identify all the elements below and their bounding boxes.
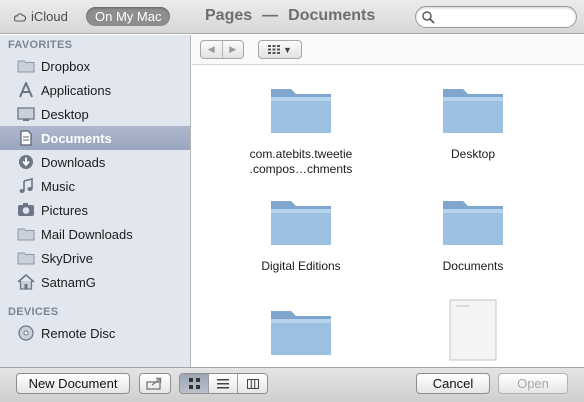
file-browser: ◀ ▶ ▼ com.atebits.tweetie .compos…chments bbox=[192, 35, 584, 367]
folder-icon bbox=[271, 311, 331, 355]
chevron-right-icon: ▶ bbox=[229, 44, 237, 54]
sidebar-item-label: Pictures bbox=[41, 202, 88, 218]
folder-icon bbox=[443, 201, 503, 245]
downloads-icon bbox=[16, 153, 36, 171]
app-name: Pages bbox=[205, 7, 253, 24]
column-view-button[interactable] bbox=[238, 374, 267, 393]
window-title: Pages — Documents bbox=[205, 7, 375, 25]
back-forward-control: ◀ ▶ bbox=[200, 40, 244, 59]
file-name: Desktop bbox=[450, 147, 496, 161]
sidebar-item-downloads[interactable]: Downloads bbox=[0, 150, 190, 174]
file-item[interactable]: Digital Editions bbox=[226, 195, 376, 274]
new-document-button[interactable]: New Document bbox=[16, 373, 130, 394]
sidebar-item-desktop[interactable]: Desktop bbox=[0, 102, 190, 126]
sidebar-item-label: Documents bbox=[41, 130, 112, 146]
disc-icon bbox=[16, 324, 36, 342]
list-view-icon bbox=[217, 378, 229, 388]
sidebar: FAVORITES Dropbox Applications Desktop D… bbox=[0, 35, 191, 367]
sidebar-item-label: Downloads bbox=[41, 154, 106, 170]
browser-toolbar: ◀ ▶ ▼ bbox=[192, 35, 584, 65]
icloud-source-button[interactable]: iCloud bbox=[13, 9, 68, 24]
documents-icon bbox=[16, 129, 36, 147]
icon-view-button[interactable] bbox=[180, 374, 209, 393]
folder-icon bbox=[16, 57, 36, 75]
home-icon bbox=[16, 273, 36, 291]
sidebar-item-music[interactable]: Music bbox=[0, 174, 190, 198]
column-view-icon bbox=[246, 378, 259, 389]
sidebar-item-mail-downloads[interactable]: Mail Downloads bbox=[0, 222, 190, 246]
title-separator: — bbox=[262, 7, 279, 24]
search-icon bbox=[422, 11, 435, 24]
icloud-label: iCloud bbox=[31, 9, 68, 24]
file-item[interactable] bbox=[226, 305, 376, 359]
file-name: Documents bbox=[442, 259, 504, 273]
current-location: Documents bbox=[288, 7, 376, 24]
search-field[interactable] bbox=[415, 6, 577, 28]
folder-icon bbox=[271, 201, 331, 245]
arrange-menu-button[interactable]: ▼ bbox=[258, 40, 302, 59]
grid-icon bbox=[268, 45, 281, 54]
sidebar-item-satnamg[interactable]: SatnamG bbox=[0, 270, 190, 294]
sidebar-item-skydrive[interactable]: SkyDrive bbox=[0, 246, 190, 270]
sidebar-item-documents[interactable]: Documents bbox=[0, 126, 190, 150]
applications-icon bbox=[16, 81, 36, 99]
document-icon bbox=[449, 299, 497, 361]
file-name: com.atebits.tweetie .compos…chments bbox=[249, 147, 353, 176]
list-view-button[interactable] bbox=[209, 374, 238, 393]
sidebar-item-remote-disc[interactable]: Remote Disc bbox=[0, 321, 190, 345]
folder-icon bbox=[16, 249, 36, 267]
view-mode-control bbox=[179, 373, 268, 394]
folder-icon bbox=[271, 89, 331, 133]
share-icon bbox=[146, 377, 162, 390]
sidebar-item-pictures[interactable]: Pictures bbox=[0, 198, 190, 222]
sidebar-item-label: Dropbox bbox=[41, 58, 91, 74]
icon-view-icon bbox=[188, 378, 200, 389]
back-button[interactable]: ◀ bbox=[201, 41, 223, 58]
bottom-bar: New Document Cancel Open bbox=[0, 367, 584, 402]
pictures-icon bbox=[16, 201, 36, 219]
sidebar-item-dropbox[interactable]: Dropbox bbox=[0, 54, 190, 78]
sidebar-item-label: Mail Downloads bbox=[41, 226, 133, 242]
file-item[interactable]: com.atebits.tweetie .compos…chments bbox=[226, 83, 376, 177]
file-name: Digital Editions bbox=[261, 259, 341, 273]
forward-button[interactable]: ▶ bbox=[223, 41, 244, 58]
file-item[interactable] bbox=[398, 299, 548, 361]
folder-icon bbox=[443, 89, 503, 133]
sidebar-item-applications[interactable]: Applications bbox=[0, 78, 190, 102]
on-my-mac-button[interactable]: On My Mac bbox=[86, 7, 171, 26]
share-button[interactable] bbox=[139, 373, 171, 394]
sidebar-item-label: Remote Disc bbox=[41, 325, 116, 341]
sidebar-item-label: Music bbox=[41, 178, 75, 194]
devices-header: DEVICES bbox=[8, 306, 59, 318]
file-item[interactable]: Desktop bbox=[398, 83, 548, 162]
sidebar-item-label: Desktop bbox=[41, 106, 89, 122]
title-bar: iCloud On My Mac Pages — Documents bbox=[0, 0, 584, 34]
folder-icon bbox=[16, 225, 36, 243]
favorites-header: FAVORITES bbox=[8, 39, 73, 51]
desktop-icon bbox=[16, 105, 36, 123]
music-icon bbox=[16, 177, 36, 195]
cancel-button[interactable]: Cancel bbox=[416, 373, 490, 394]
chevron-down-icon: ▼ bbox=[283, 44, 292, 55]
file-item[interactable]: Documents bbox=[398, 195, 548, 274]
sidebar-item-label: Applications bbox=[41, 82, 112, 98]
chevron-left-icon: ◀ bbox=[207, 44, 215, 54]
sidebar-item-label: SkyDrive bbox=[41, 250, 94, 266]
open-button[interactable]: Open bbox=[498, 373, 568, 394]
cloud-icon bbox=[13, 12, 27, 22]
sidebar-item-label: SatnamG bbox=[41, 274, 96, 290]
